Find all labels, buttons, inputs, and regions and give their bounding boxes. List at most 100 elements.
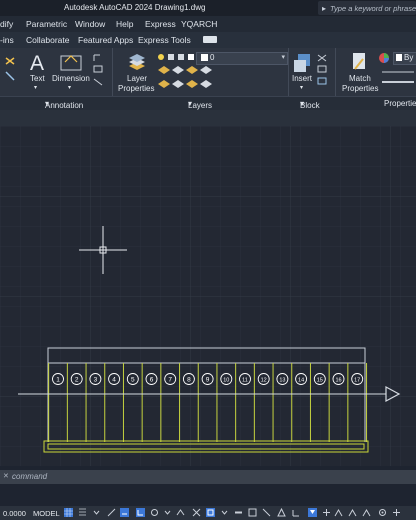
dynamic-input-icon[interactable] (120, 508, 129, 517)
ribbon-tabs: -ins Collaborate Featured Apps Express T… (0, 32, 416, 48)
modify-tools-icon[interactable] (4, 54, 16, 84)
axis-bubble-label: 3 (94, 377, 98, 384)
axis-bubble: 5 (126, 373, 139, 385)
annotation-autoscale-icon[interactable] (362, 508, 371, 517)
layer-dropdown[interactable]: 0 ▾ (196, 52, 288, 65)
dynamic-ucs-icon[interactable] (292, 508, 301, 517)
plus-icon[interactable] (392, 508, 401, 517)
tab-express-tools[interactable]: Express Tools (138, 35, 191, 45)
model-space-button[interactable]: MODEL (33, 509, 60, 518)
axis-bubble-label: 16 (335, 378, 341, 384)
axis-bubble: 7 (164, 373, 177, 385)
drawing-canvas[interactable]: 1 2 3 4 5 6 7 8 9 10 11 12 13 14 15 16 17 (0, 126, 416, 466)
layer-properties-label-2[interactable]: Properties (118, 84, 154, 93)
annotation-visibility-icon[interactable] (334, 508, 343, 517)
selection-filter-icon[interactable] (308, 508, 317, 517)
color-dropdown-value: By (404, 53, 414, 62)
axis-bubble: 12 (257, 373, 270, 385)
chevron-down-icon[interactable] (220, 508, 229, 517)
chevron-down-icon[interactable] (92, 508, 101, 517)
axis-bubble-label: 13 (279, 378, 285, 384)
text-dropdown-icon[interactable]: ▾ (34, 84, 37, 91)
grid-toggle-icon[interactable] (64, 508, 73, 517)
chevron-down-icon[interactable] (163, 508, 172, 517)
ortho-mode-icon[interactable] (136, 508, 145, 517)
tab-collaborate[interactable]: Collaborate (26, 35, 69, 45)
object-snap-tracking-icon[interactable] (192, 508, 201, 517)
axis-bubble: 14 (295, 373, 308, 385)
lineweight-toggle-icon[interactable] (234, 508, 243, 517)
dimension-dropdown-icon[interactable]: ▾ (68, 84, 71, 91)
axis-bubble-label: 17 (354, 378, 360, 384)
tab-dropdown-button[interactable] (203, 36, 217, 43)
svg-text:A: A (30, 52, 44, 73)
axis-bubble-label: 7 (168, 377, 172, 384)
window-title: Autodesk AutoCAD 2024 Drawing1.dwg (64, 3, 206, 12)
color-wheel-icon[interactable] (378, 52, 390, 64)
axis-bubble-label: 15 (317, 378, 323, 384)
axis-bubble: 2 (70, 373, 83, 385)
axis-bubble: 10 (220, 373, 233, 385)
workspace-gear-icon[interactable] (378, 508, 387, 517)
polar-tracking-icon[interactable] (150, 508, 159, 517)
gizmo-icon[interactable] (322, 508, 331, 517)
axis-bubble: 17 (351, 373, 364, 385)
insert-dropdown-icon[interactable]: ▾ (300, 84, 303, 91)
menu-item-parametric[interactable]: Parametric (26, 19, 67, 29)
axis-bubble-label: 8 (187, 377, 191, 384)
search-box[interactable]: ▸ Type a keyword or phrase (318, 1, 416, 15)
menu-item-yqarch[interactable]: YQARCH (181, 19, 217, 29)
tab-addins[interactable]: -ins (0, 35, 14, 45)
infer-constraints-icon[interactable] (107, 508, 116, 517)
tab-featured-apps[interactable]: Featured Apps (78, 35, 133, 45)
status-bar: 0.0000 MODEL (0, 506, 416, 520)
menu-item-window[interactable]: Window (75, 19, 105, 29)
dimension-icon[interactable] (58, 52, 84, 72)
layer-properties-icon[interactable] (126, 52, 148, 74)
match-properties-icon[interactable] (349, 51, 369, 73)
3d-osnap-icon[interactable] (277, 508, 286, 517)
axis-bubble: 15 (313, 373, 326, 385)
match-properties-label-1[interactable]: Match (349, 74, 371, 83)
insert-block-icon[interactable] (292, 52, 314, 74)
transparency-icon[interactable] (248, 508, 257, 517)
snap-toggle-icon[interactable] (78, 508, 87, 517)
menu-item-express[interactable]: Express (145, 19, 176, 29)
axis-bubble: 9 (201, 373, 214, 385)
axis-bubble-label: 6 (150, 377, 154, 384)
search-arrow-icon[interactable]: ▸ (322, 4, 326, 13)
insert-label[interactable]: Insert (292, 74, 312, 83)
axis-bubble: 4 (108, 373, 121, 385)
lineweight-icon[interactable] (380, 68, 416, 88)
panel-title-annotation[interactable]: Annotation ▾ (45, 99, 83, 110)
annotation-small-tools-icon[interactable] (92, 52, 108, 88)
layer-properties-label-1[interactable]: Layer (127, 74, 147, 83)
match-properties-label-2[interactable]: Properties (342, 84, 378, 93)
drawing-svg: 1 2 3 4 5 6 7 8 9 10 11 12 13 14 15 16 17 (0, 126, 416, 466)
block-tools-icon[interactable] (316, 52, 328, 88)
panel-title-properties[interactable]: Propertie (384, 99, 416, 108)
panel-title-layers[interactable]: Layers ▾ (188, 99, 212, 110)
axis-bubble-label: 14 (298, 378, 304, 384)
selection-cycling-icon[interactable] (262, 508, 271, 517)
object-snap-icon[interactable] (206, 508, 215, 517)
text-tool-label[interactable]: Text (30, 74, 45, 83)
menu-item-modify[interactable]: dify (0, 19, 13, 29)
layer-dropdown-value: 0 (210, 53, 215, 62)
axis-bubble-label: 1 (56, 377, 60, 384)
coordinate-readout: 0.0000 (3, 509, 26, 518)
title-bar: Autodesk AutoCAD 2024 Drawing1.dwg ▸ Typ… (0, 0, 416, 16)
annotation-scale-icon[interactable] (348, 508, 357, 517)
dimension-tool-label[interactable]: Dimension (52, 74, 90, 83)
menu-item-help[interactable]: Help (116, 19, 133, 29)
command-input[interactable]: command (12, 472, 47, 481)
panel-title-block[interactable]: Block ▾ (300, 99, 320, 110)
command-line[interactable]: ✕ command (0, 470, 416, 484)
isodraft-icon[interactable] (176, 508, 185, 517)
menu-bar: dify Parametric Window Help Express YQAR… (0, 16, 416, 32)
text-icon[interactable]: A (28, 51, 48, 73)
close-icon[interactable]: ✕ (3, 472, 9, 480)
axis-bubble: 8 (182, 373, 195, 385)
color-dropdown[interactable]: By (393, 52, 416, 65)
axis-bubble: 6 (145, 373, 158, 385)
